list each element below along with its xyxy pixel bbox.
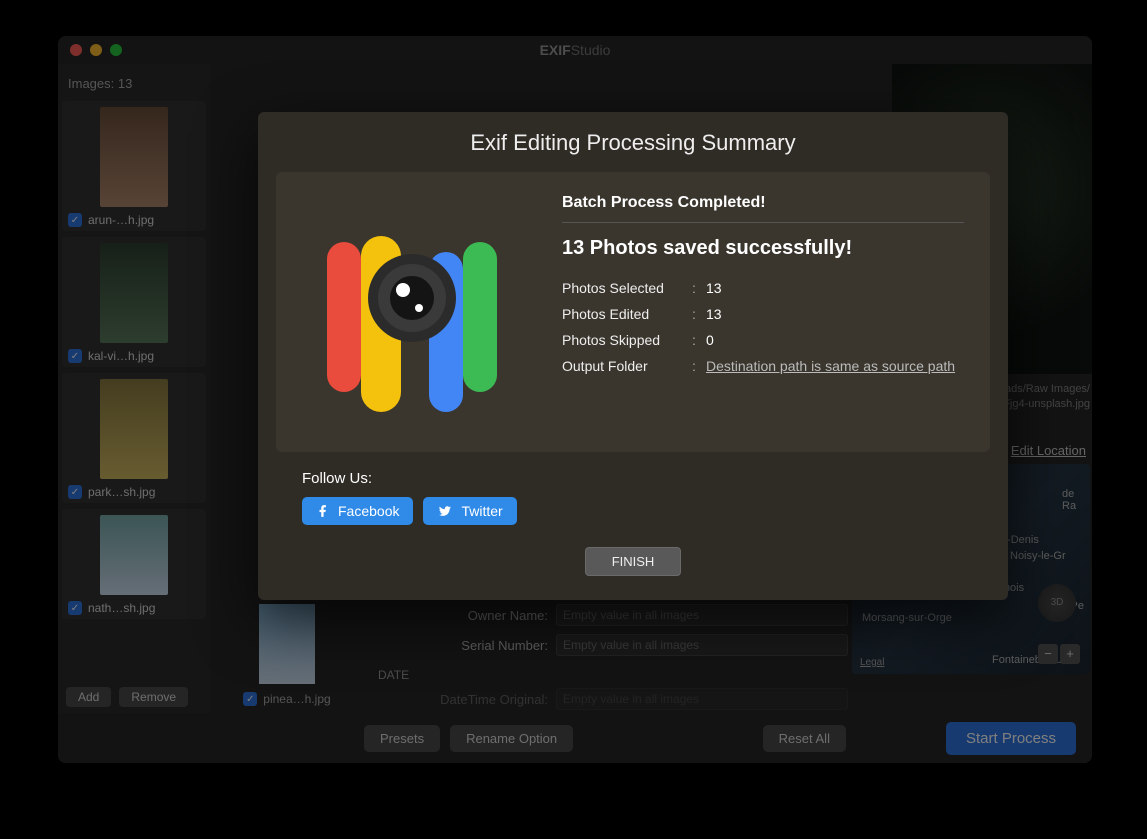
summary-modal: Exif Editing Processing Summary Batch Pr…	[258, 112, 1008, 600]
twitter-label: Twitter	[461, 503, 502, 519]
facebook-button[interactable]: Facebook	[302, 497, 413, 525]
modal-title: Exif Editing Processing Summary	[258, 130, 1008, 156]
facebook-label: Facebook	[338, 503, 399, 519]
facebook-icon	[316, 504, 330, 518]
finish-button[interactable]: FINISH	[585, 547, 682, 576]
photos-selected-value: 13	[706, 280, 722, 296]
photos-selected-label: Photos Selected	[562, 280, 692, 296]
photos-skipped-value: 0	[706, 332, 714, 348]
twitter-button[interactable]: Twitter	[423, 497, 516, 525]
app-logo-icon	[302, 194, 522, 430]
summary-panel: Batch Process Completed! 13 Photos saved…	[562, 194, 964, 430]
success-message: 13 Photos saved successfully!	[562, 237, 964, 260]
photos-skipped-label: Photos Skipped	[562, 332, 692, 348]
app-window: EXIFStudio Images: 13 ✓ arun-…h.jpg	[58, 36, 1092, 763]
twitter-icon	[437, 504, 453, 518]
follow-us-label: Follow Us:	[302, 470, 964, 487]
output-folder-label: Output Folder	[562, 358, 692, 374]
photos-edited-value: 13	[706, 306, 722, 322]
batch-completed-label: Batch Process Completed!	[562, 194, 964, 223]
output-folder-link[interactable]: Destination path is same as source path	[706, 358, 955, 374]
photos-edited-label: Photos Edited	[562, 306, 692, 322]
